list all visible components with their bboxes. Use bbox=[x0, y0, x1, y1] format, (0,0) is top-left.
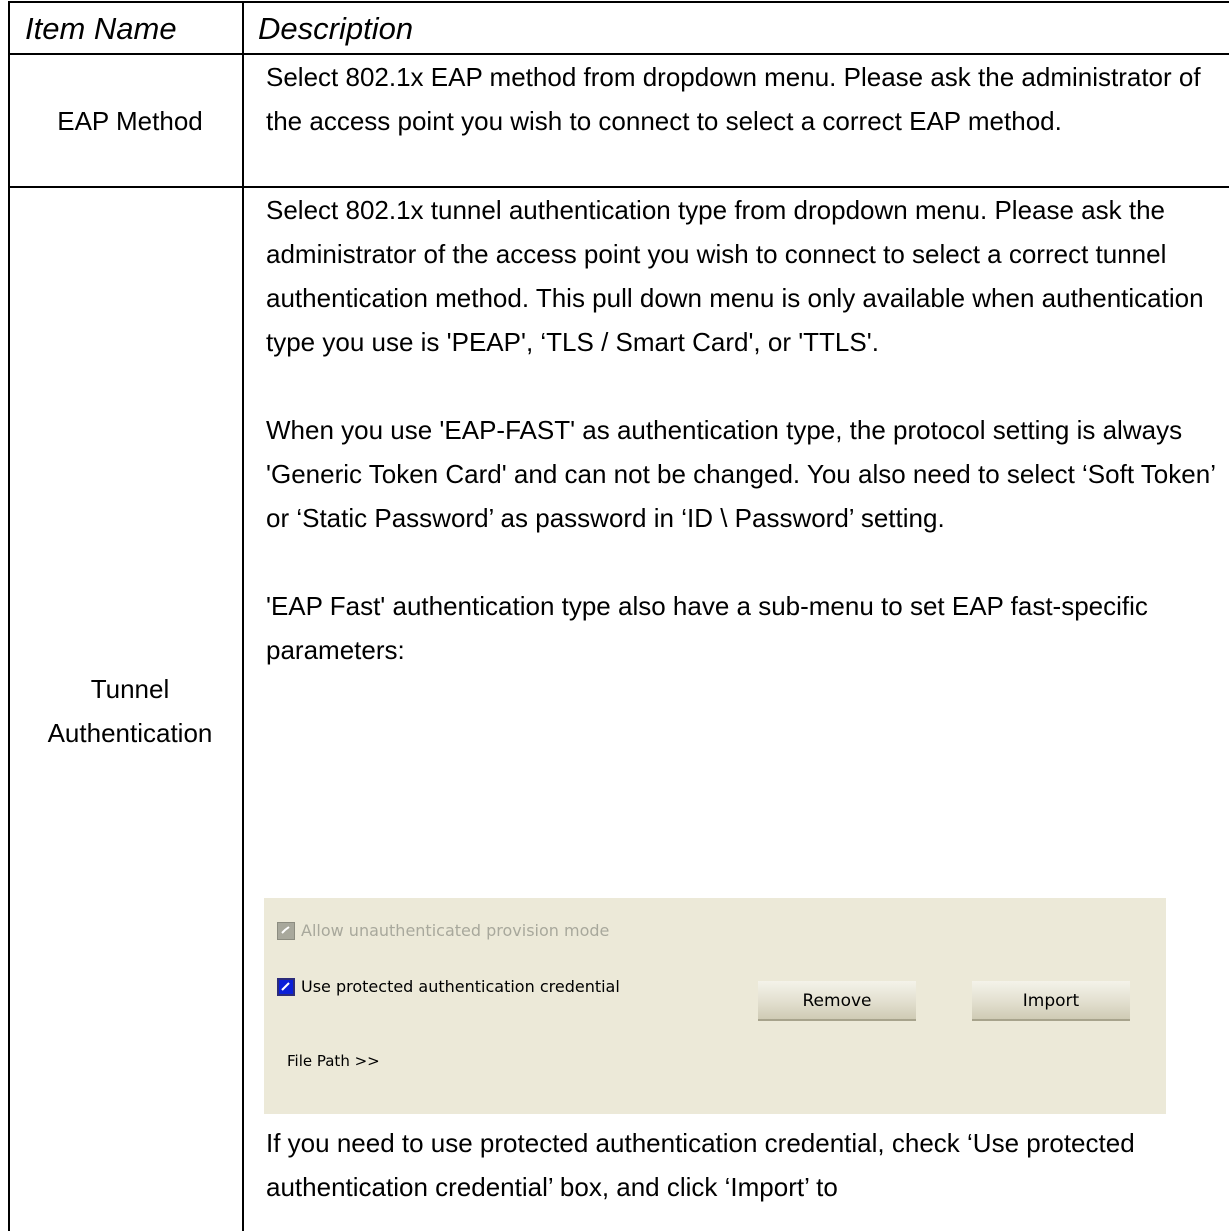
use-protected-credential-checkbox[interactable] bbox=[277, 978, 295, 996]
import-button[interactable]: Import bbox=[972, 981, 1130, 1021]
row-tunnel-auth-name: Tunnel Authentication bbox=[17, 667, 243, 755]
header-description: Description bbox=[258, 11, 414, 46]
header-item-name: Item Name bbox=[25, 11, 177, 46]
description-paragraph: When you use 'EAP-FAST' as authenticatio… bbox=[266, 415, 1215, 533]
description-paragraph: 'EAP Fast' authentication type also have… bbox=[266, 591, 1148, 665]
row-eap-method-name: EAP Method bbox=[57, 106, 203, 136]
allow-unauthenticated-label: Allow unauthenticated provision mode bbox=[301, 921, 610, 940]
row-eap-method-description: Select 802.1x EAP method from dropdown m… bbox=[266, 62, 1201, 136]
remove-button[interactable]: Remove bbox=[758, 981, 916, 1021]
row-tunnel-auth-name-line-2: Authentication bbox=[47, 718, 213, 748]
description-paragraph: Select 802.1x tunnel authentication type… bbox=[266, 195, 1204, 357]
row-tunnel-auth-description: Select 802.1x tunnel authentication type… bbox=[266, 188, 1229, 672]
table-border-top bbox=[8, 1, 1229, 3]
check-icon bbox=[281, 982, 290, 991]
file-path-label[interactable]: File Path >> bbox=[287, 1052, 380, 1070]
use-protected-credential-label: Use protected authentication credential bbox=[301, 977, 620, 996]
check-icon bbox=[281, 926, 290, 934]
row-tunnel-auth-name-line-1: Tunnel bbox=[90, 674, 170, 704]
description-paragraph: If you need to use protected authenticat… bbox=[266, 1128, 1135, 1202]
item-description-table: Item Name Description EAP Method Select … bbox=[8, 1, 1229, 1231]
row-tunnel-auth-description-continued: If you need to use protected authenticat… bbox=[266, 1121, 1229, 1209]
eap-fast-settings-panel: Allow unauthenticated provision mode Use… bbox=[264, 898, 1166, 1114]
allow-unauthenticated-checkbox[interactable] bbox=[277, 922, 295, 940]
